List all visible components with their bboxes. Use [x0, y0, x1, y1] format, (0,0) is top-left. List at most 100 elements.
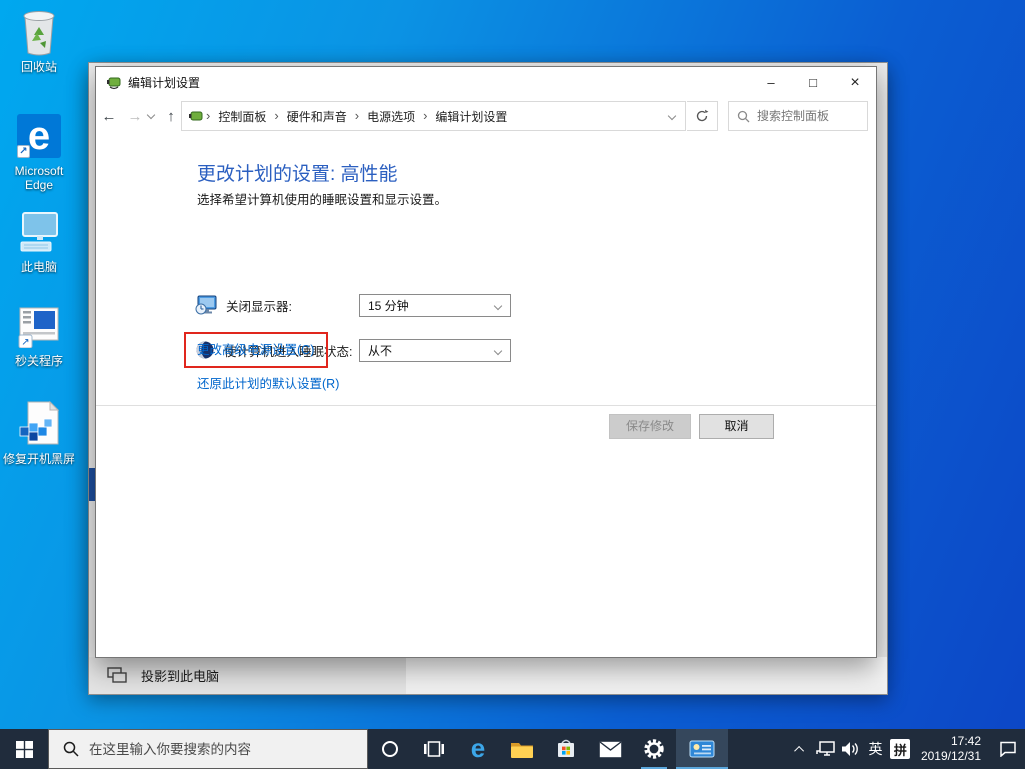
window-title: 编辑计划设置	[128, 75, 201, 90]
control-panel-taskbar-button[interactable]	[676, 729, 728, 769]
address-dropdown-chevron-icon[interactable]	[667, 111, 677, 121]
back-button[interactable]: ←	[96, 108, 122, 125]
forward-button[interactable]: →	[122, 108, 148, 125]
selected-value: 15 分钟	[368, 299, 409, 313]
save-changes-button[interactable]: 保存修改	[609, 414, 691, 439]
edge-icon: e	[471, 736, 485, 762]
mail-icon	[599, 740, 621, 757]
control-panel-search[interactable]	[728, 101, 868, 131]
breadcrumb-separator: ›	[423, 107, 428, 123]
desktop-icon-recycle-bin[interactable]: 回收站	[2, 6, 76, 74]
system-tray: 英 拼 17:42 2019/12/31	[788, 729, 1025, 769]
shortcut-arrow-icon: ↗	[17, 145, 30, 158]
cortana-button[interactable]	[368, 729, 412, 769]
ime-mode-button[interactable]: 拼	[888, 729, 913, 769]
page-subtitle: 选择希望计算机使用的睡眠设置和显示设置。	[197, 193, 448, 207]
taskbar-search-input[interactable]	[89, 741, 339, 757]
action-center-button[interactable]	[991, 729, 1025, 769]
windows-logo-icon	[15, 740, 33, 758]
search-icon	[63, 741, 79, 757]
folder-icon	[511, 742, 533, 758]
search-input[interactable]	[757, 109, 857, 123]
microsoft-store-button[interactable]	[544, 729, 588, 769]
breadcrumb-power-options[interactable]: 电源选项	[361, 108, 421, 125]
close-button[interactable]: ×	[834, 68, 876, 97]
search-icon	[737, 110, 750, 122]
desktop-icon-label: 此电脑	[20, 260, 57, 274]
task-view-icon	[424, 741, 444, 757]
clock-time: 17:42	[950, 734, 981, 748]
breadcrumb-separator: ›	[206, 107, 211, 123]
file-explorer-button[interactable]	[500, 729, 544, 769]
breadcrumb-hardware-sound[interactable]: 硬件和声音	[281, 108, 353, 125]
desktop-icon-fix-black-screen[interactable]: 修复开机黑屏	[2, 398, 76, 466]
refresh-icon	[696, 109, 709, 122]
cortana-icon	[382, 741, 398, 757]
desktop-icon-label: 秒关程序	[14, 354, 63, 368]
network-icon	[816, 741, 835, 756]
display-icon	[195, 295, 217, 315]
combo-chevron-icon	[493, 346, 503, 356]
this-pc-icon	[2, 206, 76, 258]
maximize-button[interactable]: □	[792, 68, 834, 97]
control-panel-icon	[689, 740, 715, 758]
speaker-icon	[842, 742, 859, 756]
start-button[interactable]	[0, 729, 48, 769]
breadcrumb-separator: ›	[354, 107, 360, 123]
recent-pages-chevron-icon[interactable]	[146, 110, 156, 119]
desktop-icon-this-pc[interactable]: 此电脑	[2, 206, 76, 274]
svg-text:↗: ↗	[21, 337, 29, 348]
chevron-up-icon	[794, 745, 804, 756]
address-bar[interactable]: › 控制面板 › 硬件和声音 › 电源选项 › 编辑计划设置	[181, 101, 686, 131]
settings-button[interactable]	[632, 729, 676, 769]
power-options-icon	[107, 77, 121, 90]
mail-button[interactable]	[588, 729, 632, 769]
desktop-icon-microsoft-edge[interactable]: e ↗ Microsoft Edge	[2, 110, 76, 192]
store-icon	[558, 739, 574, 757]
desktop-icon-label: 修复开机黑屏	[2, 452, 75, 466]
turn-off-display-select[interactable]: 15 分钟	[359, 294, 511, 317]
taskbar-edge-button[interactable]: e	[456, 729, 500, 769]
change-advanced-power-settings-link[interactable]: 更改高级电源设置(C)	[197, 343, 314, 357]
divider	[96, 405, 876, 406]
volume-tray-button[interactable]	[838, 729, 863, 769]
edit-plan-settings-window: 编辑计划设置 – □ × ← → ↑ › 控制面板 › 硬件和声音 › 电源选项…	[95, 66, 877, 658]
taskbar-search[interactable]	[48, 729, 368, 769]
desktop-icon-label: 回收站	[20, 60, 57, 74]
action-center-icon	[1000, 741, 1016, 757]
power-options-icon	[189, 111, 203, 121]
breadcrumb-control-panel[interactable]: 控制面板	[212, 108, 272, 125]
projector-icon	[107, 667, 127, 683]
refresh-button[interactable]	[687, 101, 718, 131]
project-to-pc-label: 投影到此电脑	[141, 669, 220, 684]
minimize-button[interactable]: –	[750, 68, 792, 97]
combo-chevron-icon	[493, 301, 503, 311]
clock-date: 2019/12/31	[920, 749, 981, 763]
restore-default-settings-link[interactable]: 还原此计划的默认设置(R)	[197, 377, 339, 391]
registry-file-icon	[2, 398, 76, 450]
sleep-select[interactable]: 从不	[359, 339, 511, 362]
pinyin-ime-icon: 拼	[890, 739, 911, 759]
breadcrumb-separator: ›	[274, 107, 279, 123]
program-window-icon: ↗	[2, 300, 76, 352]
edge-icon: e ↗	[2, 110, 76, 162]
desktop-icon-second-close-program[interactable]: ↗ 秒关程序	[2, 300, 76, 368]
turn-off-display-label: 关闭显示器:	[226, 300, 292, 314]
taskbar: e	[0, 729, 1025, 769]
ime-language-indicator[interactable]: 英	[863, 729, 888, 769]
desktop-icon-label: Microsoft Edge	[14, 164, 64, 192]
cancel-button[interactable]: 取消	[699, 414, 774, 439]
highlight-box: 更改高级电源设置(C)	[184, 332, 329, 368]
network-tray-button[interactable]	[813, 729, 838, 769]
svg-text:e: e	[471, 736, 485, 762]
breadcrumb-edit-plan-settings[interactable]: 编辑计划设置	[429, 108, 513, 125]
selected-value: 从不	[368, 344, 393, 358]
navigation-bar: ← → ↑ › 控制面板 › 硬件和声音 › 电源选项 › 编辑计划设置	[96, 97, 876, 135]
recycle-bin-icon	[2, 6, 76, 58]
titlebar: 编辑计划设置 – □ ×	[96, 67, 876, 97]
tray-chevron-up[interactable]	[788, 729, 813, 769]
task-view-button[interactable]	[412, 729, 456, 769]
gear-icon	[644, 739, 664, 759]
project-to-pc-bar: 投影到此电脑	[89, 657, 887, 694]
taskbar-clock[interactable]: 17:42 2019/12/31	[913, 734, 991, 764]
